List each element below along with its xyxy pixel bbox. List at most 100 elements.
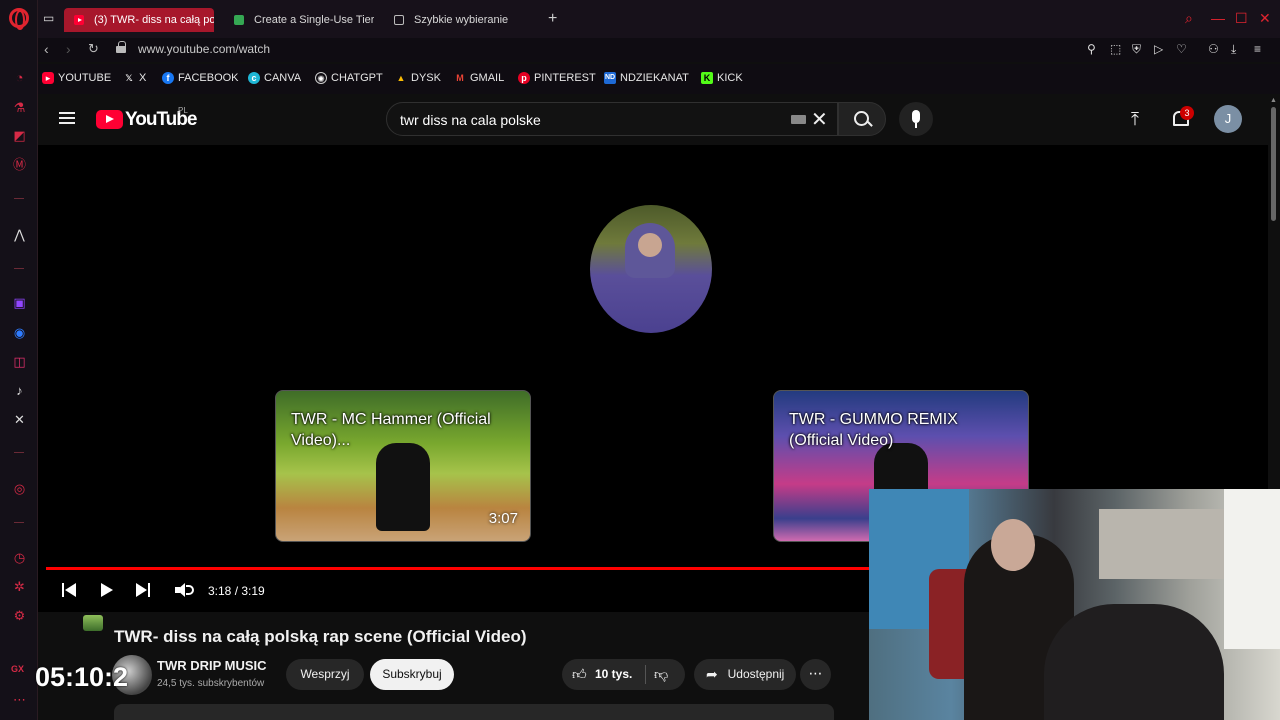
arrow-icon[interactable]: ⋀: [12, 227, 27, 242]
forward-icon[interactable]: ›: [66, 41, 71, 57]
reload-icon[interactable]: ↻: [88, 41, 99, 57]
tab-single-use-tier[interactable]: Create a Single-Use Tier: [224, 8, 374, 32]
x-icon: 𝕏: [125, 73, 133, 83]
new-tab-icon[interactable]: +: [548, 10, 557, 28]
messenger-icon[interactable]: ◉: [12, 325, 27, 340]
channel-name[interactable]: TWR DRIP MUSIC: [157, 658, 267, 673]
drive-icon: ▲: [396, 73, 406, 83]
description-box[interactable]: [114, 704, 834, 720]
search-tabs-icon[interactable]: ⌕: [1185, 10, 1193, 27]
download-icon[interactable]: ⤓: [1231, 42, 1236, 57]
sheet-favicon-icon: [234, 15, 244, 25]
pinterest-icon: p: [518, 72, 530, 84]
x-icon[interactable]: ✕: [12, 412, 27, 427]
search-input[interactable]: twr diss na cala polske ✕: [386, 102, 838, 136]
bookmark-dysk[interactable]: ▲ DYSK: [395, 72, 441, 84]
player-icon[interactable]: ◎: [12, 481, 27, 496]
twitch-icon[interactable]: ▣: [12, 295, 27, 310]
bookmark-label: CHATGPT: [331, 72, 383, 84]
instagram-icon[interactable]: ◫: [12, 354, 27, 369]
support-button[interactable]: Wesprzyj: [286, 659, 364, 690]
tab-speed-dial[interactable]: Szybkie wybieranie: [384, 8, 534, 32]
profile-icon[interactable]: ⚇: [1208, 42, 1219, 56]
bookmark-canva[interactable]: c CANVA: [248, 72, 301, 84]
history-icon[interactable]: ◷: [12, 550, 27, 565]
opera-logo-icon[interactable]: [9, 8, 29, 30]
youtube-header: YouTube PL twr diss na cala polske ✕ ⤒ 3…: [38, 95, 1268, 145]
close-icon[interactable]: ✕: [1259, 10, 1271, 27]
facebook-icon: f: [162, 72, 174, 84]
lock-icon[interactable]: [116, 41, 126, 53]
speed-dial-icon[interactable]: ◔: [12, 70, 27, 85]
sticker-icon[interactable]: ◩: [12, 128, 27, 143]
bookmark-gmail[interactable]: M GMAIL: [454, 72, 504, 84]
bookmark-pinterest[interactable]: p PINTEREST: [518, 72, 596, 84]
back-icon[interactable]: ‹: [44, 41, 49, 57]
tab-overview-icon[interactable]: ▭: [43, 11, 54, 25]
nd-icon: ND: [604, 72, 616, 84]
voice-search-button[interactable]: [899, 102, 933, 136]
scroll-up-icon[interactable]: ▲: [1270, 97, 1277, 104]
webcam-shelf: [1099, 509, 1229, 579]
keyboard-icon[interactable]: [791, 115, 806, 124]
sidebar-divider: [14, 452, 24, 453]
pepe-emoji-icon: [83, 615, 103, 631]
bookmark-ndziekanat[interactable]: ND NDZIEKANAT: [604, 72, 689, 84]
more-actions-icon[interactable]: ⋯: [800, 659, 831, 690]
aria-icon[interactable]: ⚗: [12, 100, 27, 115]
snapshot-icon[interactable]: ⬚: [1110, 42, 1121, 56]
tiktok-icon[interactable]: ♪: [12, 383, 27, 398]
bookmarks-bar: ▸ YOUTUBE 𝕏X f FACEBOOK c CANVA ✺ CHATGPT ▲ D…: [38, 64, 1280, 94]
bookmark-chatgpt[interactable]: ✺ CHATGPT: [315, 72, 383, 84]
like-divider: [645, 665, 646, 684]
share-button[interactable]: ➦ Udostępnij: [694, 659, 796, 690]
webcam-overlay: [869, 489, 1280, 720]
endscreen-video-card[interactable]: TWR - MC Hammer (Official Video)... 3:07: [275, 390, 531, 542]
bookmark-label: YOUTUBE: [58, 72, 112, 84]
dislike-icon[interactable]: 👎︎: [654, 666, 668, 683]
m-icon[interactable]: Ⓜ: [12, 157, 27, 172]
maximize-icon[interactable]: ☐: [1235, 10, 1248, 27]
youtube-favicon-icon: [74, 15, 84, 25]
settings-icon[interactable]: ⚙: [12, 608, 27, 623]
bookmark-kick[interactable]: K KICK: [701, 72, 743, 84]
heart-icon[interactable]: ♡: [1176, 42, 1187, 56]
search-button[interactable]: [838, 102, 886, 136]
next-icon[interactable]: [136, 583, 150, 597]
play-icon[interactable]: [100, 583, 114, 597]
shield-icon[interactable]: ⛨: [1132, 42, 1141, 57]
endscreen-channel-avatar[interactable]: [590, 205, 712, 333]
gmail-icon: M: [456, 73, 464, 83]
bookmark-facebook[interactable]: f FACEBOOK: [162, 72, 239, 84]
tab-youtube[interactable]: (3) TWR- diss na całą pol: [64, 8, 214, 32]
thumbnail-figure: [376, 443, 430, 531]
previous-icon[interactable]: [62, 583, 76, 597]
more-icon[interactable]: ⋯: [12, 692, 27, 707]
bookmark-label: FACEBOOK: [178, 72, 239, 84]
search-query[interactable]: twr diss na cala polske: [400, 112, 541, 128]
subscribe-button[interactable]: Subskrybuj: [370, 659, 454, 690]
bookmark-label: X: [139, 72, 147, 84]
bookmark-label: DYSK: [411, 72, 441, 84]
youtube-logo-icon[interactable]: [96, 110, 123, 129]
pin-icon[interactable]: ⚲: [1087, 42, 1096, 56]
bookmark-youtube[interactable]: ▸ YOUTUBE: [42, 72, 111, 84]
extensions-icon[interactable]: ✲: [12, 579, 27, 594]
upload-icon[interactable]: ⤒: [1131, 109, 1139, 130]
endcard-title: TWR - GUMMO REMIX (Official Video): [789, 411, 958, 449]
url-field[interactable]: www.youtube.com/watch: [138, 42, 270, 56]
time-display: 3:18 / 3:19: [208, 584, 265, 598]
bookmark-x[interactable]: 𝕏X: [123, 72, 146, 84]
menu-icon[interactable]: ≡: [1254, 42, 1261, 56]
like-icon[interactable]: 👍︎: [572, 666, 587, 683]
canva-icon: c: [248, 72, 260, 84]
menu-icon[interactable]: [59, 112, 75, 124]
sidebar-divider: [14, 268, 24, 269]
minimize-icon[interactable]: —: [1211, 10, 1225, 26]
like-dislike-group: 👍︎ 10 tys. 👎︎: [562, 659, 685, 690]
like-count[interactable]: 10 tys.: [595, 667, 632, 681]
send-icon[interactable]: ▷: [1154, 42, 1163, 56]
account-avatar[interactable]: J: [1214, 105, 1242, 133]
clear-search-icon[interactable]: ✕: [811, 107, 828, 132]
scrollbar-thumb[interactable]: [1271, 107, 1276, 221]
